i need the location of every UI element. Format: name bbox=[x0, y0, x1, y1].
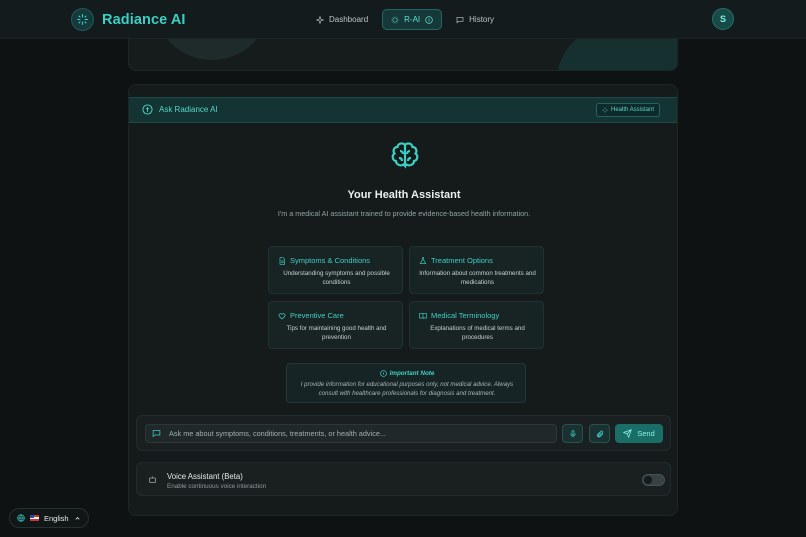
chevron-up-icon bbox=[75, 516, 80, 520]
brand-name: Radiance AI bbox=[102, 11, 186, 28]
tile-title-label: Preventive Care bbox=[290, 311, 344, 320]
main-nav: Dashboard R-AI History bbox=[308, 9, 502, 30]
voice-subtitle: Enable continuous voice interaction bbox=[167, 483, 267, 490]
top-navbar: Radiance AI Dashboard R-AI History S bbox=[0, 0, 806, 39]
nav-r-ai-label: R-AI bbox=[404, 15, 421, 24]
chat-bubble-icon bbox=[152, 430, 161, 438]
attach-button[interactable] bbox=[589, 424, 610, 443]
tile-title-label: Treatment Options bbox=[431, 256, 493, 265]
tile-preventive-care[interactable]: Preventive Care Tips for maintaining goo… bbox=[268, 301, 403, 349]
globe-icon bbox=[17, 514, 25, 522]
tile-treatment-options[interactable]: Treatment Options Information about comm… bbox=[409, 246, 544, 294]
sparkle-icon bbox=[602, 107, 608, 113]
us-flag-icon bbox=[30, 515, 39, 521]
info-circle-icon bbox=[142, 104, 153, 115]
language-label: English bbox=[44, 513, 69, 523]
nav-history[interactable]: History bbox=[448, 9, 502, 30]
heart-icon bbox=[278, 312, 286, 320]
voice-assistant-panel: Voice Assistant (Beta) Enable continuous… bbox=[136, 462, 671, 496]
tile-title-label: Symptoms & Conditions bbox=[290, 256, 371, 265]
book-icon bbox=[419, 312, 427, 319]
nav-dashboard[interactable]: Dashboard bbox=[308, 9, 376, 30]
user-avatar[interactable]: S bbox=[712, 8, 734, 30]
language-selector[interactable]: English bbox=[9, 508, 89, 528]
hero-subtitle: I'm a medical AI assistant trained to pr… bbox=[277, 209, 531, 218]
message-input-wrapper[interactable] bbox=[145, 424, 557, 443]
voice-title: Voice Assistant (Beta) bbox=[167, 472, 243, 481]
sparkle-logo-icon bbox=[71, 8, 94, 31]
note-text: I provide information for educational pu… bbox=[300, 381, 514, 397]
tile-title: Symptoms & Conditions bbox=[278, 256, 370, 265]
send-icon bbox=[623, 429, 633, 438]
brain-icon bbox=[391, 142, 419, 169]
badge-label: Health Assistant bbox=[611, 107, 655, 113]
microphone-button[interactable] bbox=[562, 424, 583, 443]
sparkle-icon bbox=[316, 15, 324, 24]
toggle-knob bbox=[644, 476, 652, 484]
chat-header: Ask Radiance AI Health Assistant bbox=[129, 97, 677, 123]
document-icon bbox=[279, 256, 285, 265]
send-label: Send bbox=[637, 429, 655, 438]
tile-medical-terminology[interactable]: Medical Terminology Explanations of medi… bbox=[409, 301, 544, 349]
chat-title-label: Ask Radiance AI bbox=[159, 105, 218, 114]
tile-title: Preventive Care bbox=[278, 311, 344, 320]
tile-description: Tips for maintaining good health and pre… bbox=[286, 325, 387, 341]
chat-bubble-icon bbox=[456, 16, 464, 23]
tile-description: Information about common treatments and … bbox=[419, 270, 536, 286]
nav-dashboard-label: Dashboard bbox=[329, 15, 369, 24]
sparkle-icon bbox=[391, 16, 399, 23]
flask-icon bbox=[419, 256, 427, 264]
note-title-label: Important Note bbox=[389, 370, 435, 377]
nav-history-label: History bbox=[469, 15, 495, 24]
robot-icon bbox=[149, 476, 156, 483]
note-title: Important Note bbox=[287, 370, 527, 377]
info-icon bbox=[379, 370, 387, 377]
important-note: Important Note I provide information for… bbox=[286, 363, 526, 403]
tile-title-label: Medical Terminology bbox=[431, 311, 500, 320]
tile-symptoms-conditions[interactable]: Symptoms & Conditions Understanding symp… bbox=[268, 246, 403, 294]
message-composer: Send bbox=[136, 415, 671, 451]
health-assistant-badge: Health Assistant bbox=[596, 103, 661, 117]
tile-description: Understanding symptoms and possible cond… bbox=[283, 270, 390, 286]
nav-r-ai[interactable]: R-AI bbox=[382, 9, 443, 30]
send-button[interactable]: Send bbox=[615, 424, 663, 443]
chat-header-title: Ask Radiance AI bbox=[142, 104, 218, 115]
info-icon bbox=[425, 15, 433, 24]
brand[interactable]: Radiance AI bbox=[71, 8, 186, 31]
paperclip-icon bbox=[596, 430, 603, 437]
chat-card: Ask Radiance AI Health Assistant Your He… bbox=[128, 84, 678, 516]
message-input[interactable] bbox=[169, 429, 549, 438]
tile-description: Explanations of medical terms and proced… bbox=[430, 325, 525, 341]
hero-title: Your Health Assistant bbox=[347, 189, 461, 201]
voice-toggle[interactable] bbox=[642, 474, 665, 486]
microphone-icon bbox=[569, 429, 576, 437]
tile-title: Medical Terminology bbox=[419, 311, 499, 320]
tile-title: Treatment Options bbox=[419, 256, 493, 265]
